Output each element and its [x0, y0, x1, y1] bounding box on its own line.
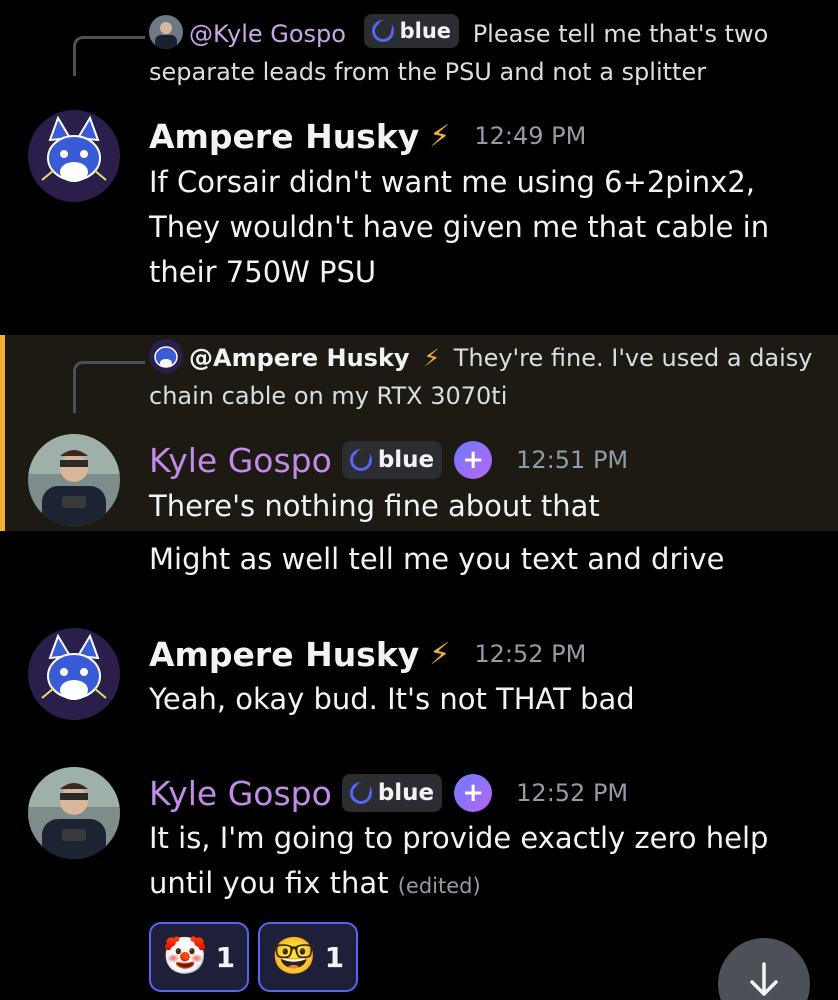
- username[interactable]: Kyle Gospo: [149, 441, 332, 480]
- message-text-followup: Might as well tell me you text and drive: [149, 542, 725, 576]
- timestamp: 12:49 PM: [474, 122, 587, 150]
- role-tag: blue: [363, 14, 460, 48]
- message-text: Yeah, okay bud. It's not THAT bad: [149, 682, 635, 716]
- lightning-icon: ⚡: [429, 636, 451, 672]
- moon-icon: [349, 449, 372, 471]
- avatar-kyle-mini: [149, 15, 183, 49]
- server-boost-icon: +: [454, 441, 493, 479]
- moon-icon: [371, 20, 394, 42]
- reply-preview[interactable]: @Kyle Gospo blue Please tell me that's t…: [149, 14, 818, 91]
- server-boost-icon: +: [454, 774, 493, 812]
- reply-author[interactable]: @Ampere Husky: [189, 344, 410, 372]
- avatar-kyle-gospo[interactable]: [28, 434, 120, 526]
- avatar-ampere-mini: [149, 339, 183, 373]
- arrow-down-icon: [750, 962, 778, 996]
- username[interactable]: Ampere Husky: [149, 635, 419, 674]
- reaction-count: 1: [215, 940, 236, 974]
- message-text: It is, I'm going to provide exactly zero…: [149, 821, 769, 900]
- avatar-kyle-gospo[interactable]: [28, 767, 120, 859]
- moon-icon: [349, 782, 372, 804]
- timestamp: 12:51 PM: [516, 446, 629, 474]
- role-tag: blue: [341, 441, 443, 479]
- reactions-bar: 🤡 1 🤓 1: [149, 922, 358, 992]
- clown-face-icon: 🤡: [162, 936, 208, 977]
- timestamp: 12:52 PM: [474, 640, 587, 668]
- timestamp: 12:52 PM: [516, 779, 629, 807]
- reaction-nerd[interactable]: 🤓 1: [258, 922, 358, 992]
- reaction-count: 1: [324, 940, 345, 974]
- edited-label: (edited): [397, 874, 481, 898]
- message-text: If Corsair didn't want me using 6+2pinx2…: [149, 165, 770, 289]
- reply-author[interactable]: @Kyle Gospo: [189, 20, 346, 48]
- reaction-clown[interactable]: 🤡 1: [149, 922, 249, 992]
- lightning-icon: ⚡: [429, 118, 451, 154]
- message-text: There's nothing fine about that: [149, 489, 600, 523]
- message-header: Ampere Husky ⚡ 12:49 PM: [149, 112, 586, 160]
- message-header: Kyle Gospo blue + 12:51 PM: [149, 436, 628, 484]
- reply-connector: [73, 361, 145, 413]
- avatar-ampere-husky[interactable]: [28, 110, 120, 202]
- jump-to-bottom-button[interactable]: [718, 938, 810, 1000]
- role-tag: blue: [341, 774, 443, 812]
- nerd-face-icon: 🤓: [271, 936, 317, 977]
- username[interactable]: Kyle Gospo: [149, 774, 332, 813]
- username[interactable]: Ampere Husky: [149, 117, 419, 156]
- reply-connector: [73, 36, 145, 76]
- message-1[interactable]: @Kyle Gospo blue Please tell me that's t…: [0, 0, 838, 320]
- lightning-icon: ⚡: [423, 344, 441, 372]
- message-header: Kyle Gospo blue + 12:52 PM: [149, 769, 628, 817]
- mention-highlight-bar: [0, 335, 5, 531]
- message-header: Ampere Husky ⚡ 12:52 PM: [149, 630, 586, 678]
- avatar-ampere-husky[interactable]: [28, 628, 120, 720]
- reply-preview[interactable]: @Ampere Husky ⚡ They're fine. I've used …: [149, 339, 818, 415]
